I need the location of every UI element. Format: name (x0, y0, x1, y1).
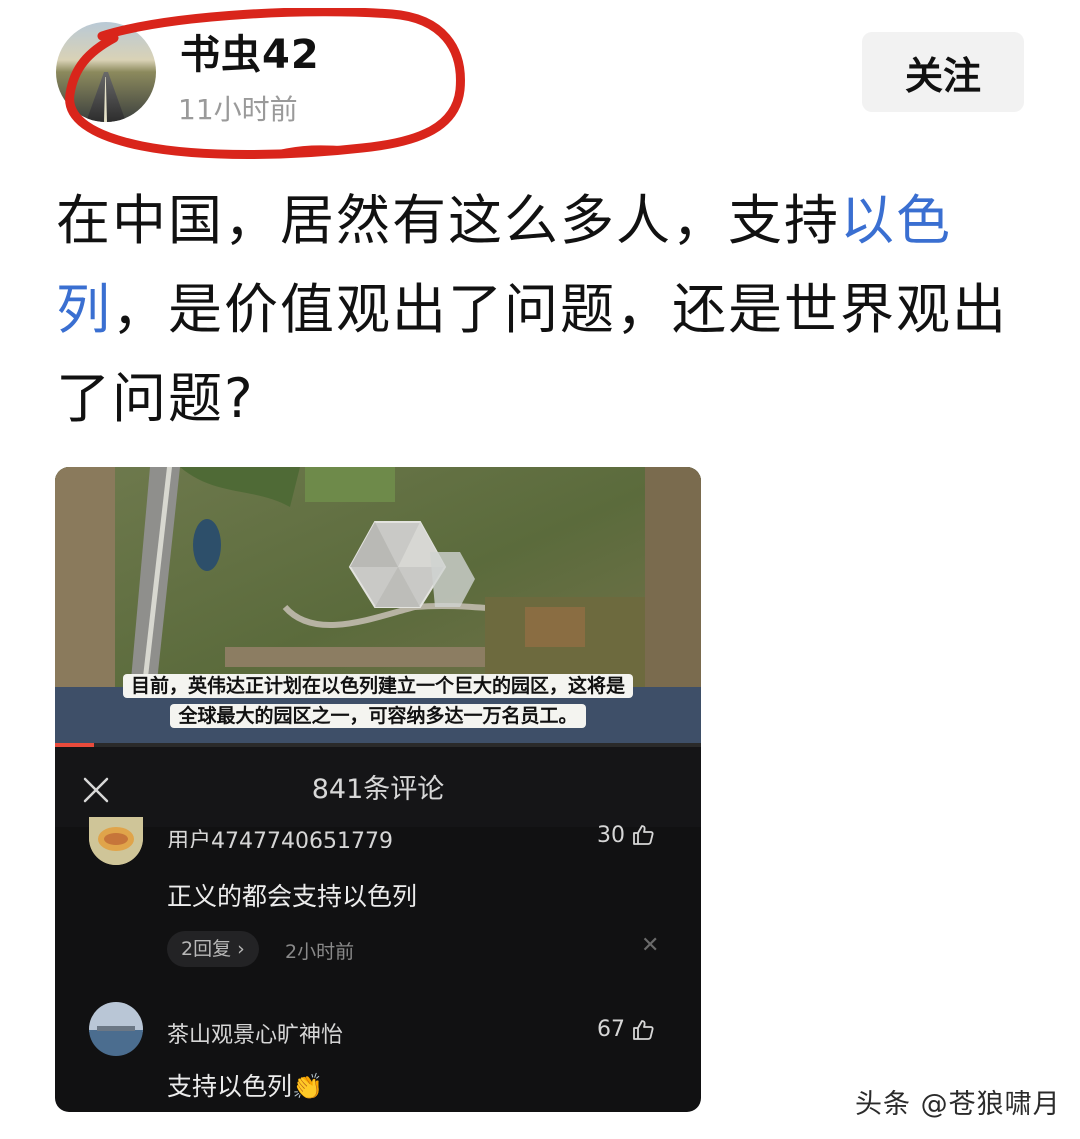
caption-line: 全球最大的园区之一，可容纳多达一万名员工。 (170, 704, 586, 728)
view-replies-button[interactable]: 2回复 › (167, 931, 259, 967)
thumbs-up-icon (633, 1019, 654, 1040)
comment-like[interactable]: 30 (597, 822, 655, 848)
caption-line: 目前，英伟达正计划在以色列建立一个巨大的园区，这将是 (122, 674, 633, 698)
dismiss-icon[interactable]: ✕ (641, 933, 659, 958)
video-caption: 目前，英伟达正计划在以色列建立一个巨大的园区，这将是 全球最大的园区之一，可容纳… (77, 671, 679, 731)
author-avatar[interactable] (56, 22, 156, 122)
comment-like[interactable]: 67 (597, 1017, 655, 1042)
comment-text: 支持以色列👏 (167, 1072, 324, 1101)
post-text-segment: 在中国，居然有这么多人，支持 (56, 189, 840, 252)
post-timestamp: 11小时前 (178, 93, 298, 126)
author-name[interactable]: 书虫42 (180, 22, 320, 80)
comment-username[interactable]: 用户4747740651779 (167, 824, 393, 848)
watermark: 头条 @苍狼啸月 (855, 1089, 1061, 1120)
comment-time: 2小时前 (285, 941, 355, 963)
post-text-segment: ，是价值观出了问题，还是世界观出了问题? (56, 278, 1008, 430)
like-count: 67 (597, 1017, 625, 1042)
comment-text: 正义的都会支持以色列 (167, 882, 418, 911)
follow-button[interactable]: 关注 (862, 32, 1024, 112)
commenter-avatar[interactable] (89, 817, 143, 865)
comment-username[interactable]: 茶山观景心旷神怡 (167, 1017, 343, 1049)
like-count: 30 (597, 822, 625, 848)
comment-count: 841条评论 (311, 774, 445, 805)
post-body: 在中国，居然有这么多人，支持以色列，是价值观出了问题，还是世界观出了问题? (56, 176, 1016, 443)
commenter-avatar[interactable] (89, 1002, 143, 1056)
embedded-screenshot[interactable]: 目前，英伟达正计划在以色列建立一个巨大的园区，这将是 全球最大的园区之一，可容纳… (55, 467, 701, 1112)
thumbs-up-icon (633, 825, 654, 845)
